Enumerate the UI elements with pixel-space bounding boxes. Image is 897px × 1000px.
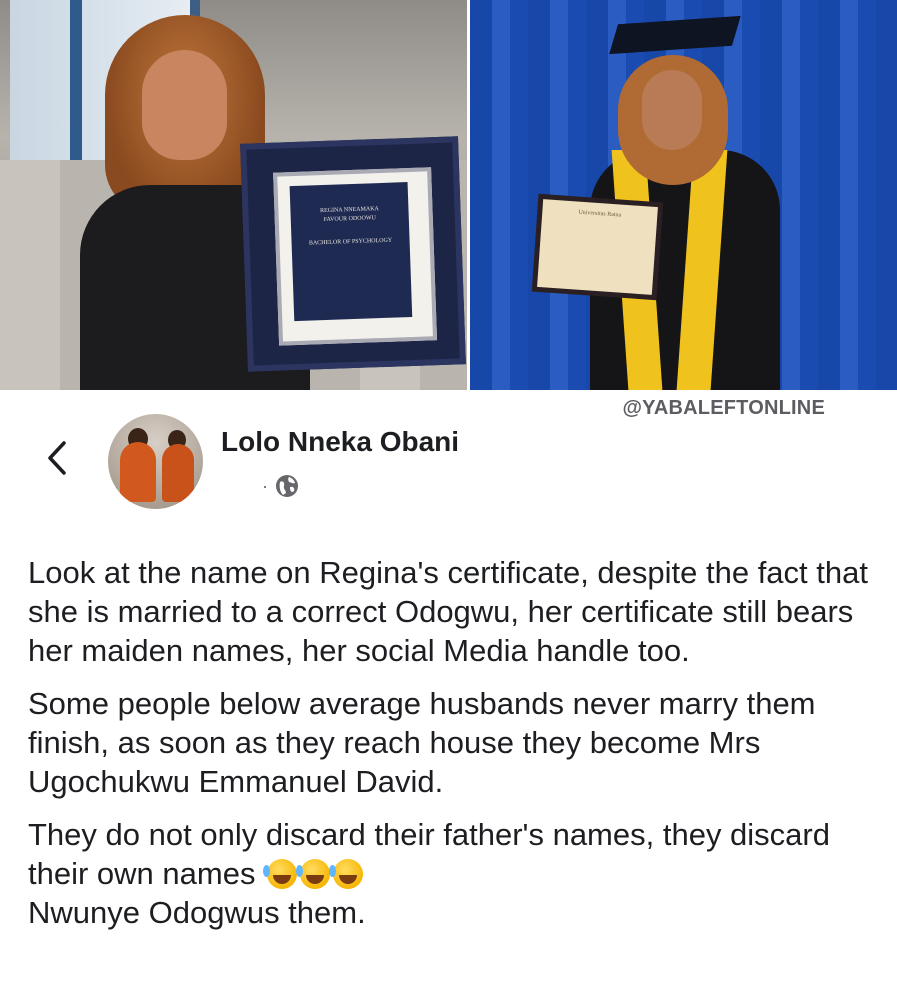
post-body: Look at the name on Regina's certificate… — [28, 553, 878, 932]
post-paragraph-2: Some people below average husbands never… — [28, 686, 816, 799]
post-paragraph-3-text: They do not only discard their father's … — [28, 817, 830, 891]
laughing-emoji-icon — [296, 859, 331, 889]
graduation-cap — [609, 15, 741, 55]
photo-woman-holding-certificate: REGINA NNEAMAKA FAVOUR ODOOWU BACHELOR O… — [0, 0, 467, 390]
globe-icon[interactable] — [274, 473, 300, 499]
framed-certificate-left: REGINA NNEAMAKA FAVOUR ODOOWU BACHELOR O… — [240, 136, 466, 372]
framed-certificate-right: Universitas Ratna — [531, 193, 664, 301]
back-button[interactable] — [38, 435, 78, 481]
watermark: @YABALEFTONLINE — [622, 397, 825, 419]
post-meta: · — [262, 473, 300, 499]
meta-separator: · — [262, 475, 268, 496]
avatar[interactable] — [108, 414, 203, 509]
post-last-line: Nwunye Odogwus them. — [28, 895, 366, 930]
laughing-emoji-icon — [263, 859, 298, 889]
laughing-emoji-icon — [329, 859, 364, 889]
chevron-left-icon — [48, 441, 66, 475]
post-paragraph-3: They do not only discard their father's … — [28, 815, 878, 932]
post-image-collage[interactable]: REGINA NNEAMAKA FAVOUR ODOOWU BACHELOR O… — [0, 0, 897, 390]
post-paragraph-1: Look at the name on Regina's certificate… — [28, 555, 868, 668]
photo-graduate-with-certificate: Universitas Ratna — [470, 0, 897, 390]
author-name[interactable]: Lolo Nneka Obani — [221, 426, 459, 458]
certificate-title: Universitas Ratna — [537, 199, 658, 295]
